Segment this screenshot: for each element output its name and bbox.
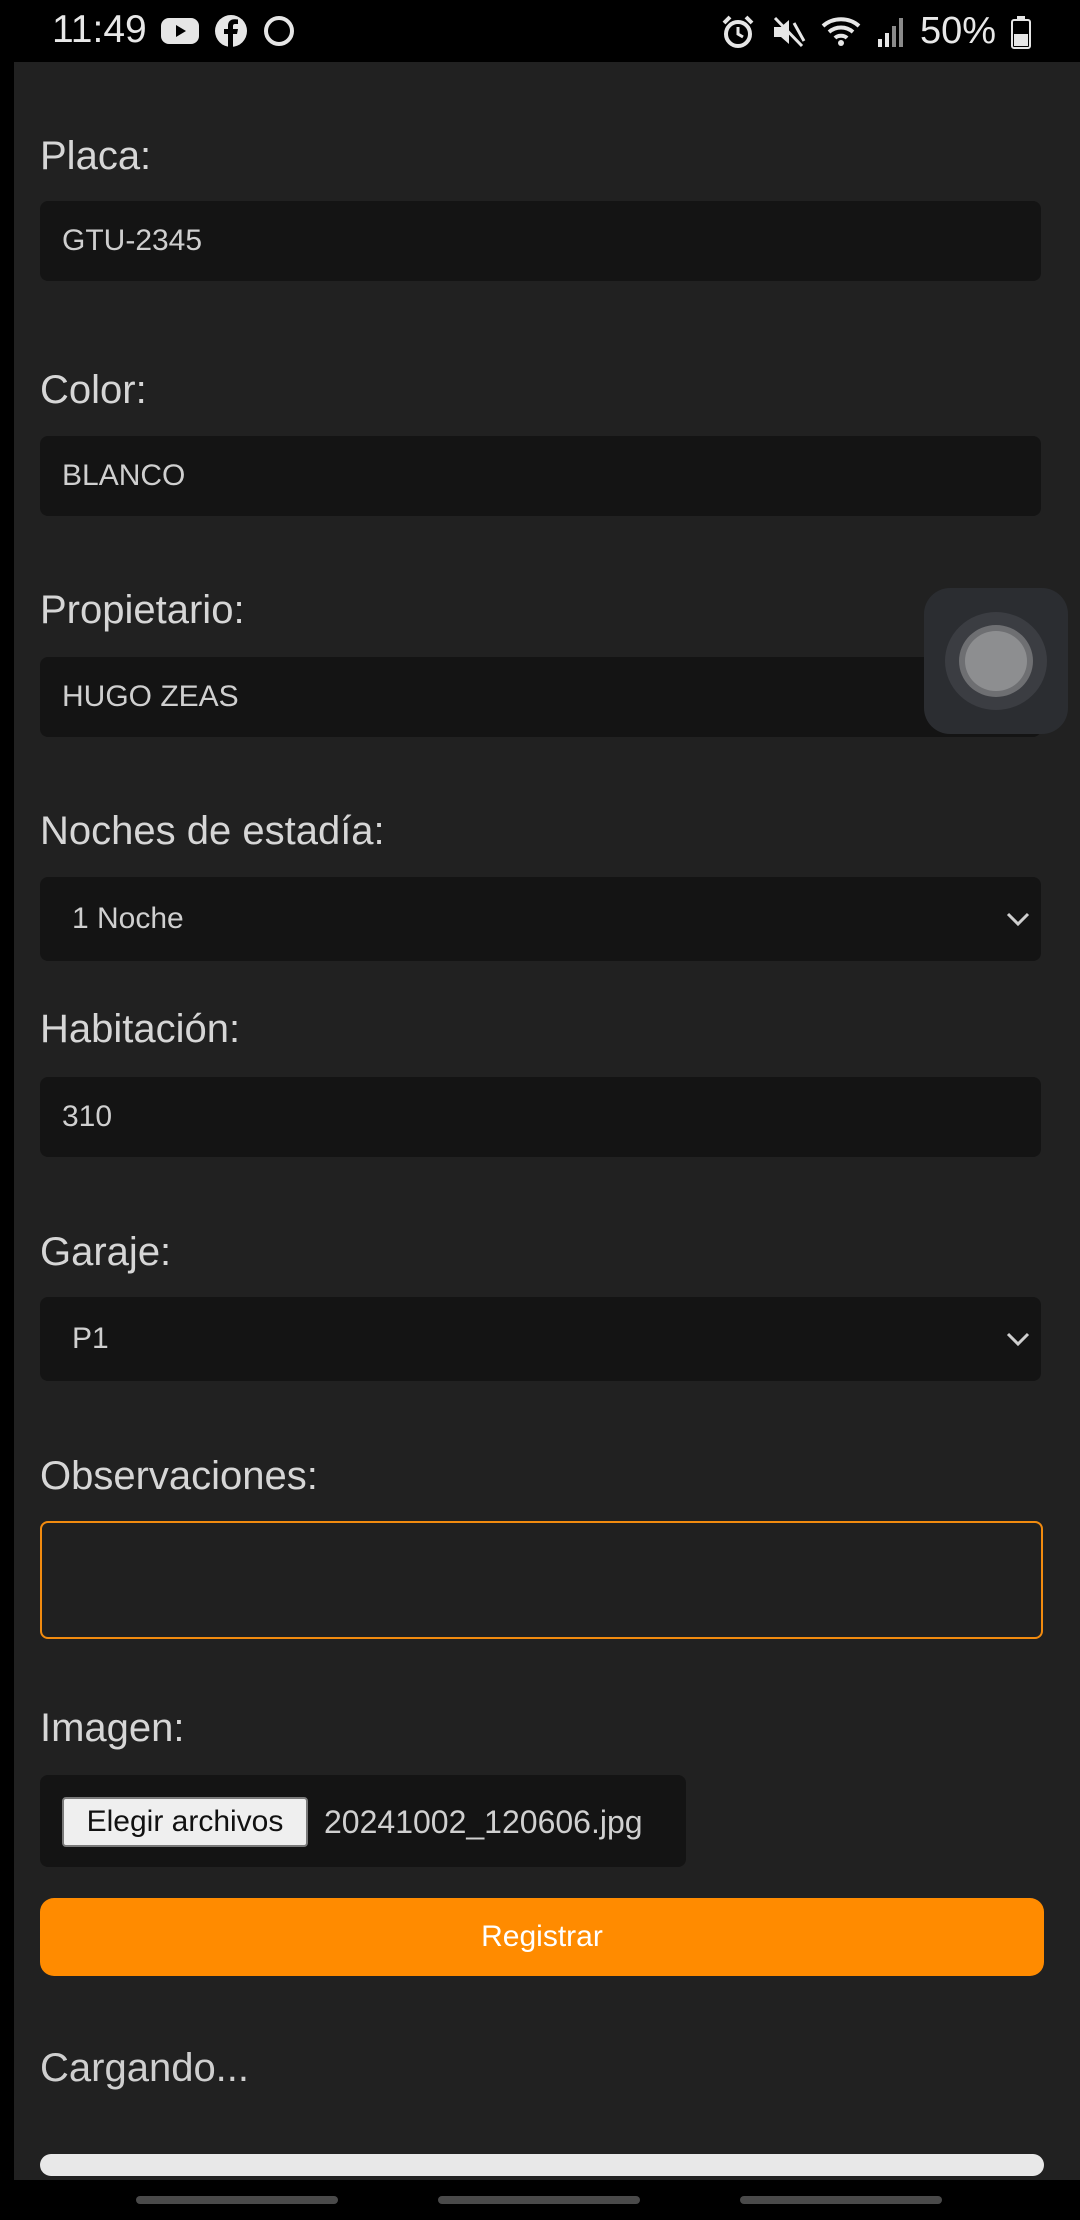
nav-back[interactable] bbox=[740, 2196, 942, 2204]
placa-label: Placa: bbox=[40, 134, 152, 178]
placa-input[interactable]: GTU-2345 bbox=[40, 201, 1041, 281]
chevron-down-icon bbox=[1006, 1332, 1030, 1347]
floating-dot bbox=[959, 625, 1033, 697]
propietario-input[interactable]: HUGO ZEAS bbox=[40, 657, 1041, 737]
imagen-label: Imagen: bbox=[40, 1706, 185, 1750]
signal-icon bbox=[877, 17, 903, 47]
color-value: BLANCO bbox=[62, 459, 186, 492]
mute-icon bbox=[773, 16, 806, 47]
nav-recents[interactable] bbox=[136, 2196, 338, 2204]
observaciones-label: Observaciones: bbox=[40, 1454, 318, 1498]
propietario-value: HUGO ZEAS bbox=[62, 680, 239, 713]
battery-percent: 50% bbox=[919, 10, 996, 52]
color-label: Color: bbox=[40, 368, 147, 412]
garaje-select[interactable]: P1 bbox=[40, 1297, 1041, 1381]
habitacion-label: Habitación: bbox=[40, 1007, 241, 1051]
propietario-label: Propietario: bbox=[40, 588, 245, 632]
choose-file-button[interactable]: Elegir archivos bbox=[62, 1797, 308, 1847]
navigation-bar bbox=[0, 2180, 1080, 2220]
noches-value: 1 Noche bbox=[72, 902, 184, 935]
habitacion-value: 310 bbox=[62, 1100, 113, 1133]
color-input[interactable]: BLANCO bbox=[40, 436, 1041, 516]
alarm-icon bbox=[722, 15, 754, 48]
placa-value: GTU-2345 bbox=[62, 224, 203, 257]
noches-label: Noches de estadía: bbox=[40, 809, 385, 853]
loading-text: Cargando... bbox=[40, 2046, 250, 2090]
observaciones-textarea[interactable] bbox=[40, 1521, 1043, 1639]
floating-ring bbox=[945, 612, 1047, 710]
file-input: Elegir archivos 20241002_120606.jpg bbox=[40, 1775, 686, 1867]
nav-home[interactable] bbox=[438, 2196, 640, 2204]
status-left-icons bbox=[160, 14, 296, 48]
progress-bar bbox=[40, 2154, 1044, 2176]
garaje-value: P1 bbox=[72, 1322, 109, 1355]
garaje-label: Garaje: bbox=[40, 1230, 172, 1274]
registrar-button[interactable]: Registrar bbox=[40, 1898, 1044, 1976]
status-time: 11:49 bbox=[52, 8, 147, 51]
floating-assistive-button[interactable] bbox=[924, 588, 1068, 734]
status-right: 50% bbox=[720, 10, 1032, 53]
wifi-icon bbox=[821, 16, 861, 46]
registration-form: Placa: GTU-2345 Color: BLANCO Propietari… bbox=[14, 62, 1080, 2180]
facebook-icon bbox=[215, 15, 247, 47]
battery-icon bbox=[1011, 15, 1031, 49]
youtube-icon bbox=[161, 18, 199, 44]
habitacion-input[interactable]: 310 bbox=[40, 1077, 1041, 1157]
selected-file-name: 20241002_120606.jpg bbox=[324, 1803, 643, 1840]
circle-icon bbox=[264, 16, 294, 46]
chevron-down-icon bbox=[1006, 912, 1030, 927]
noches-select[interactable]: 1 Noche bbox=[40, 877, 1041, 961]
status-bar: 11:49 50% bbox=[0, 0, 1080, 62]
